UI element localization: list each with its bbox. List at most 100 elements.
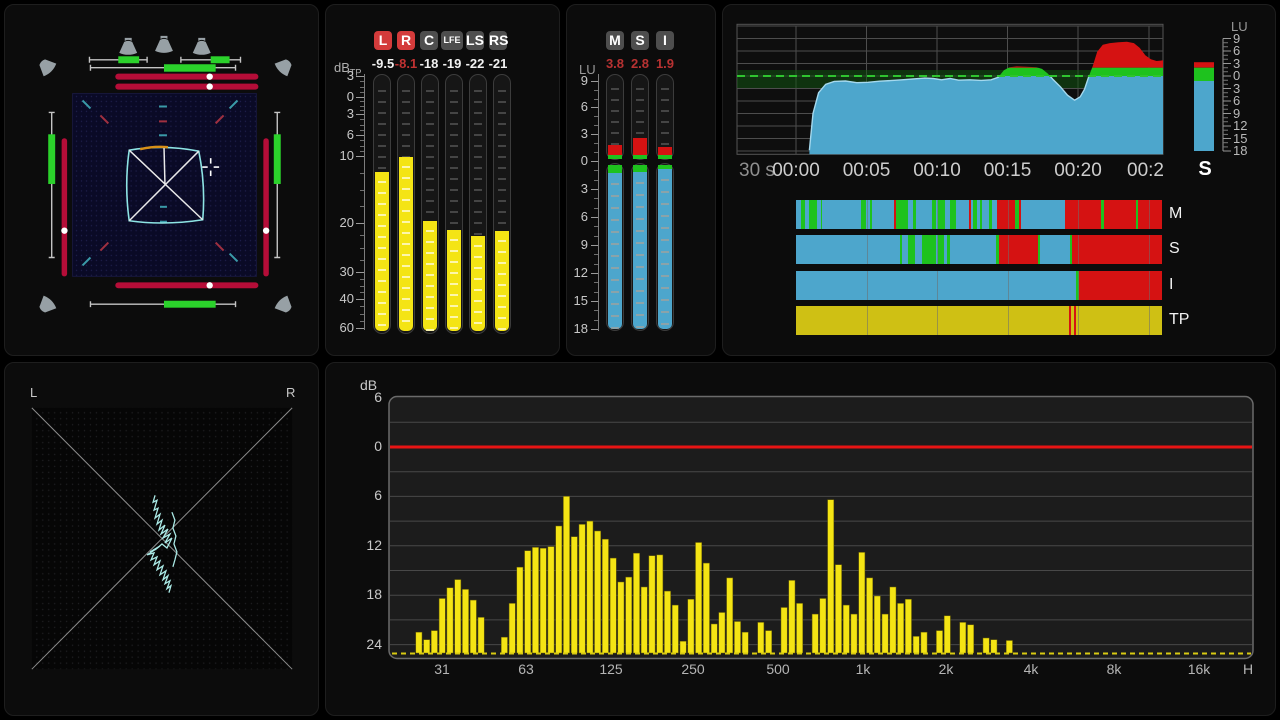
strip-gridline (1008, 235, 1009, 264)
rta-freq-label: 1k (841, 661, 885, 677)
strip-segment (796, 306, 1069, 335)
rta-bar (859, 552, 865, 653)
lu-scale-minor-tick (594, 152, 598, 153)
strip-gridline (1149, 271, 1150, 300)
rta-body: 60612182431631252505001k2k4k8k16kH (326, 363, 1276, 716)
strip-gridline (1078, 306, 1079, 335)
strip-segment (938, 200, 945, 229)
lu-scale-minor-tick (594, 198, 598, 199)
tp-scale-minor-tick (360, 87, 364, 88)
surround-analyzer-panel (4, 4, 319, 356)
rta-bar (867, 578, 873, 653)
strip-gridline (867, 235, 868, 264)
tp-scale-label: 0 (326, 89, 354, 104)
tp-value-RS: -21 (481, 56, 515, 71)
tp-scale-label: 3 (326, 106, 354, 121)
lu-scale-tick (591, 329, 598, 330)
channel-button-C[interactable]: C (420, 31, 438, 50)
channel-button-LFE[interactable]: LFE (441, 31, 463, 50)
strip-gridline (937, 200, 938, 229)
tp-scale-minor-tick (360, 306, 364, 307)
rta-bar (719, 613, 725, 654)
speaker-right-icon (193, 38, 211, 55)
strip-segment (809, 200, 817, 229)
tp-level-bar-LS (471, 236, 485, 331)
history-time-label: 00:10 (904, 160, 970, 182)
channel-button-RS[interactable]: RS (489, 31, 507, 50)
rta-bar (641, 587, 647, 653)
lu-green-top-segment-M (608, 155, 622, 159)
lu-red-segment-S (633, 138, 647, 155)
rta-db-label: 6 (344, 487, 382, 503)
rta-bar (509, 603, 515, 653)
strip-gridline (867, 200, 868, 229)
loudness-button-S[interactable]: S (631, 31, 649, 50)
rta-bar (913, 636, 919, 653)
rta-bar (626, 577, 632, 653)
tp-scale-minor-tick (360, 119, 364, 120)
rta-bar (703, 563, 709, 653)
rta-bar (835, 565, 841, 653)
lu-scale-tick (591, 81, 598, 82)
rta-db-label: 24 (344, 636, 382, 652)
rta-bar (424, 640, 430, 653)
lu-red-segment-M (608, 145, 622, 155)
lu-scale-tick (591, 217, 598, 218)
lu-scale-tick (591, 134, 598, 135)
correlation-bar-rear (115, 282, 258, 288)
rta-freq-label: 63 (504, 661, 548, 677)
status-strip-label-TP: TP (1169, 311, 1189, 329)
lu-scale-minor-tick (594, 143, 598, 144)
tp-scale-minor-tick (360, 140, 364, 141)
status-strip-label-I: I (1169, 276, 1173, 294)
tp-scale-minor-tick (360, 125, 364, 126)
rta-bar (960, 622, 966, 653)
rta-bar (758, 622, 764, 653)
history-meter-green (1194, 68, 1214, 81)
rta-bar (525, 551, 531, 653)
rta-bar (416, 632, 422, 653)
history-meter-blue (1194, 81, 1214, 151)
tp-bar-ticks (378, 172, 386, 331)
rta-bar (843, 605, 849, 653)
strip-segment (872, 200, 893, 229)
tp-level-bar-R (399, 157, 413, 331)
rta-bar (711, 624, 717, 653)
channel-button-L[interactable]: L (374, 31, 392, 50)
loudness-button-I[interactable]: I (656, 31, 674, 50)
tp-scale-label: 6 (326, 127, 354, 142)
lu-scale-minor-tick (594, 125, 598, 126)
history-lu-header: LU (1231, 19, 1248, 34)
rta-bar (548, 547, 554, 653)
channel-button-R[interactable]: R (397, 31, 415, 50)
lu-scale-minor-tick (594, 236, 598, 237)
rta-bar (455, 580, 461, 653)
tp-scale-minor-tick (360, 206, 364, 207)
rta-bar (688, 599, 694, 653)
loudness-button-M[interactable]: M (606, 31, 624, 50)
rta-freq-label: 250 (671, 661, 715, 677)
loudness-history-body: 9630369121518LU30 s00:0000:0500:1000:150… (723, 5, 1276, 356)
lu-scale-label: 6 (567, 209, 588, 224)
channel-button-LS[interactable]: LS (466, 31, 484, 50)
strip-gridline (1008, 200, 1009, 229)
status-strip-label-M: M (1169, 205, 1182, 223)
status-strip-S (796, 235, 1162, 264)
strip-segment (796, 271, 1076, 300)
rta-db-label: 0 (344, 438, 382, 454)
tp-scale-minor-tick (360, 292, 364, 293)
tp-scale-label: 3 (326, 68, 354, 83)
rta-bar (797, 603, 803, 653)
tp-level-bar-LFE (447, 230, 461, 331)
lu-green-bottom-segment-S (633, 165, 647, 172)
lu-scale-tick (591, 273, 598, 274)
lu-scale-label: 6 (567, 99, 588, 114)
history-time-label: 00:05 (834, 160, 900, 182)
tp-scale-tick (356, 114, 364, 115)
goniometer-canvas (5, 363, 318, 715)
strip-segment (1138, 200, 1161, 229)
strip-segment (896, 200, 908, 229)
strip-segment (997, 200, 1016, 229)
correlation-bar-left (62, 138, 67, 276)
history-meter-red (1194, 62, 1214, 67)
